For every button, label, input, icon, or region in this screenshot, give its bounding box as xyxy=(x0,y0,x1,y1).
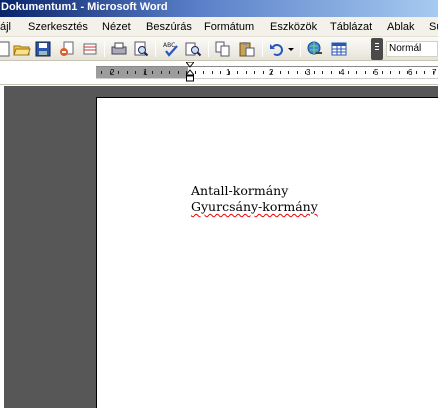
open-folder-icon[interactable] xyxy=(13,40,31,58)
new-document-icon[interactable] xyxy=(0,40,12,58)
ruler-tick xyxy=(364,71,366,74)
ruler-label: 5 xyxy=(374,68,379,77)
ruler-label: 6 xyxy=(408,68,413,77)
ruler-tick xyxy=(109,71,111,74)
undo-dropdown-icon[interactable] xyxy=(286,40,296,58)
ruler-tick xyxy=(228,71,230,74)
menu-tools[interactable]: Eszközök xyxy=(270,20,317,34)
ruler-tick xyxy=(177,71,179,74)
menu-window[interactable]: Ablak xyxy=(387,20,415,34)
toolbar-separator xyxy=(104,41,105,57)
ruler-tick xyxy=(322,71,323,74)
ruler-tick xyxy=(194,71,196,74)
ruler-tick xyxy=(160,71,162,74)
save-icon[interactable] xyxy=(34,40,52,58)
menu-bar: ájl Szerkesztés Nézet Beszúrás Formátum … xyxy=(0,17,438,37)
document-workspace: Antall-kormány Gyurcsány-kormány xyxy=(0,86,438,408)
ruler-tick xyxy=(245,71,247,74)
ruler-label: 3 xyxy=(306,68,311,77)
horizontal-ruler[interactable]: 2 1 1 2 3 4 5 6 7 xyxy=(96,66,438,79)
ruler-tick xyxy=(381,71,383,74)
ruler-tick xyxy=(296,71,298,74)
ruler-tick xyxy=(143,71,145,74)
ruler-tick xyxy=(126,71,128,74)
ruler-tick xyxy=(101,71,102,74)
ruler-bar: 2 1 1 2 3 4 5 6 7 xyxy=(0,61,438,85)
print-icon[interactable] xyxy=(110,40,128,58)
copy-icon[interactable] xyxy=(214,40,232,58)
menu-help[interactable]: Sú xyxy=(429,20,438,34)
table-icon[interactable] xyxy=(330,40,348,58)
email-icon[interactable] xyxy=(81,40,99,58)
menu-edit[interactable]: Szerkesztés xyxy=(28,20,88,34)
ruler-label: 4 xyxy=(340,68,345,77)
menu-file[interactable]: ájl xyxy=(0,20,11,34)
menu-format[interactable]: Formátum xyxy=(204,20,254,34)
ruler-tick xyxy=(390,71,391,74)
document-page[interactable]: Antall-kormány Gyurcsány-kormány xyxy=(96,97,438,408)
menu-insert[interactable]: Beszúrás xyxy=(146,20,192,34)
ruler-tick xyxy=(262,71,264,74)
menu-table[interactable]: Táblázat xyxy=(330,20,372,34)
ruler-tick xyxy=(203,71,204,74)
ruler-tick xyxy=(237,71,238,74)
ruler-tick xyxy=(305,71,306,74)
ruler-tick xyxy=(330,71,332,74)
toolbar-options-handle[interactable] xyxy=(371,38,383,60)
ruler-tick xyxy=(347,71,349,74)
ruler-tick xyxy=(211,71,213,74)
ruler-tick xyxy=(271,71,272,74)
ruler-tick xyxy=(169,71,170,74)
paste-icon[interactable] xyxy=(238,40,256,58)
toolbar-separator xyxy=(262,41,263,57)
workspace-background-top xyxy=(96,86,438,97)
indent-marker-icon[interactable] xyxy=(186,62,194,84)
toolbar-separator xyxy=(208,41,209,57)
standard-toolbar: ABC Normál xyxy=(0,37,438,61)
document-line[interactable]: Gyurcsány-kormány xyxy=(191,199,318,214)
style-dropdown[interactable]: Normál xyxy=(386,41,438,57)
spelling-icon[interactable]: ABC xyxy=(162,40,180,58)
ruler-tick xyxy=(135,71,136,74)
ruler-tick xyxy=(220,71,221,74)
ruler-tick xyxy=(398,71,400,74)
document-line[interactable]: Antall-kormány xyxy=(191,183,288,198)
toolbar-separator xyxy=(155,41,156,57)
ruler-tick xyxy=(373,71,374,74)
ruler-tick xyxy=(254,71,255,74)
undo-icon[interactable] xyxy=(268,40,286,58)
ruler-tick xyxy=(356,71,357,74)
menu-view[interactable]: Nézet xyxy=(102,20,131,34)
window-title: Dokumentum1 - Microsoft Word xyxy=(1,1,168,13)
toolbar-separator xyxy=(300,41,301,57)
ruler-tick xyxy=(118,71,119,74)
ruler-tick xyxy=(339,71,340,74)
ruler-tick xyxy=(432,71,434,74)
ruler-tick xyxy=(313,71,315,74)
ruler-label: 2 xyxy=(110,68,115,77)
workspace-background xyxy=(4,86,96,408)
ruler-tick xyxy=(407,71,408,74)
ruler-tick xyxy=(152,71,153,74)
svg-text:ABC: ABC xyxy=(163,42,175,49)
ruler-tick xyxy=(288,71,289,74)
title-bar: Dokumentum1 - Microsoft Word xyxy=(0,0,438,17)
ruler-tick xyxy=(415,71,417,74)
research-icon[interactable] xyxy=(184,40,202,58)
ruler-tick xyxy=(279,71,281,74)
print-preview-icon[interactable] xyxy=(132,40,150,58)
permission-icon[interactable] xyxy=(58,40,76,58)
ruler-tick xyxy=(424,71,425,74)
hyperlink-icon[interactable] xyxy=(306,40,324,58)
